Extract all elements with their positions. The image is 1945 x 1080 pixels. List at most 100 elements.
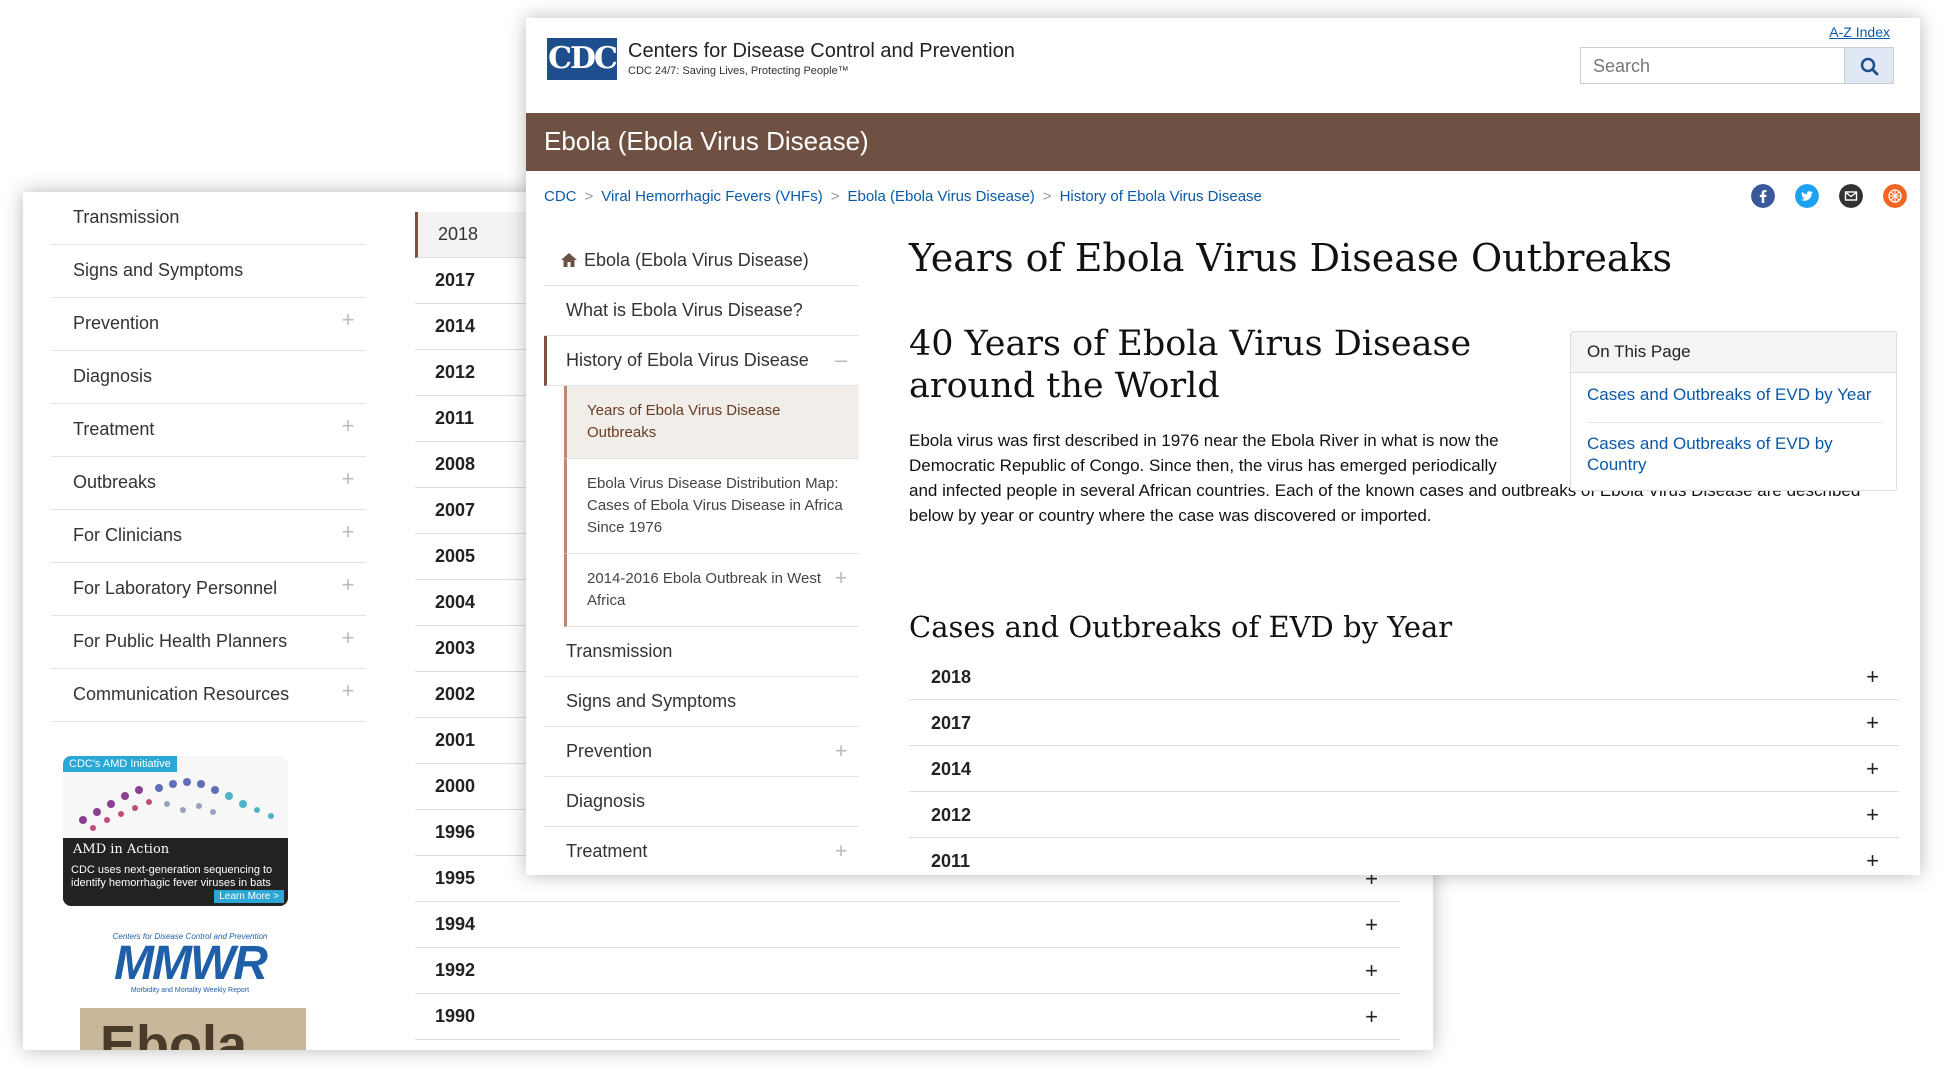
expand-plus-icon: + <box>1365 912 1378 937</box>
back-nav-label: For Laboratory Personnel <box>73 578 278 598</box>
year-label: 2018 <box>438 224 479 244</box>
expand-plus-icon[interactable]: + <box>338 521 358 543</box>
back-nav-label: For Public Health Planners <box>73 631 288 651</box>
topic-title[interactable]: Ebola (Ebola Virus Disease) <box>544 126 869 157</box>
on-this-page-link[interactable]: Cases and Outbreaks of EVD by Country <box>1587 433 1882 475</box>
breadcrumb: CDC > Viral Hemorrhagic Fevers (VHFs) > Ebol… <box>544 188 1262 205</box>
mmwr-logo[interactable]: Centers for Disease Control and Preventi… <box>105 932 275 994</box>
promo-title: AMD in Action <box>73 842 170 857</box>
search-icon <box>1860 57 1879 76</box>
back-nav-item[interactable]: Prevention + <box>51 298 366 351</box>
syndicate-icon[interactable] <box>1883 184 1907 208</box>
year-label: 2014 <box>931 759 972 779</box>
back-nav-item[interactable]: Outbreaks + <box>51 457 366 510</box>
nav-item-transmission[interactable]: Transmission <box>544 627 859 677</box>
back-nav-item[interactable]: Transmission <box>51 192 366 245</box>
on-this-page-title: On This Page <box>1587 342 1691 361</box>
divider <box>1587 422 1882 423</box>
year-label: 1995 <box>435 868 476 888</box>
year-accordion-row[interactable]: 2012 + <box>909 792 1899 838</box>
back-nav-item[interactable]: Diagnosis <box>51 351 366 404</box>
dna-graphic <box>79 778 274 831</box>
nav-label: History of Ebola Virus Disease <box>566 350 809 370</box>
nav-item-home[interactable]: Ebola (Ebola Virus Disease) <box>544 236 859 286</box>
expand-plus-icon[interactable]: + <box>338 680 358 702</box>
year-accordion-row[interactable]: 2018 + <box>909 654 1899 700</box>
page-title: Years of Ebola Virus Disease Outbreaks <box>909 236 1673 280</box>
nav-item-treatment[interactable]: Treatment + <box>544 827 859 875</box>
back-nav-item[interactable]: Signs and Symptoms <box>51 245 366 298</box>
expand-plus-icon[interactable]: + <box>338 415 358 437</box>
breadcrumb-link[interactable]: CDC <box>544 188 577 205</box>
year-accordion-row[interactable]: 1994 + <box>415 902 1400 948</box>
breadcrumb-separator: > <box>830 188 840 205</box>
expand-plus-icon[interactable]: + <box>831 840 851 862</box>
email-icon[interactable] <box>1839 184 1863 208</box>
ebola-banner[interactable]: Ebola <box>80 1008 306 1050</box>
year-label: 2003 <box>435 638 476 658</box>
expand-plus-icon[interactable]: + <box>831 740 851 762</box>
nav-subitem-west-africa[interactable]: 2014-2016 Ebola Outbreak in West Africa … <box>564 554 859 627</box>
cdc-logo[interactable]: CDC <box>547 38 618 80</box>
year-label: 2017 <box>435 270 476 290</box>
facebook-icon[interactable] <box>1751 184 1775 208</box>
breadcrumb-link[interactable]: Ebola (Ebola Virus Disease) <box>847 188 1034 205</box>
promo-tag: CDC's AMD Initiative <box>63 756 177 772</box>
nav-label: Transmission <box>566 641 673 661</box>
back-nav-item[interactable]: Treatment + <box>51 404 366 457</box>
year-accordion: 2018 + 2017 + 2014 + 2012 + 2011 + <box>909 654 1899 875</box>
org-name[interactable]: Centers for Disease Control and Preventi… <box>628 40 1015 63</box>
collapse-minus-icon[interactable]: – <box>831 349 851 371</box>
expand-plus-icon: + <box>1866 802 1879 827</box>
az-index-link[interactable]: A-Z Index <box>1829 24 1890 40</box>
year-accordion-row[interactable]: 1990 + <box>415 994 1400 1040</box>
search-input[interactable]: Search <box>1580 47 1844 84</box>
on-this-page-header: On This Page <box>1571 332 1896 373</box>
back-nav-item[interactable]: Communication Resources + <box>51 669 366 722</box>
breadcrumb-link[interactable]: Viral Hemorrhagic Fevers (VHFs) <box>601 188 822 205</box>
home-icon <box>561 253 577 267</box>
nav-item-prevention[interactable]: Prevention + <box>544 727 859 777</box>
year-accordion-row[interactable]: 1992 + <box>415 948 1400 994</box>
expand-plus-icon[interactable]: + <box>338 627 358 649</box>
topic-title-band: Ebola (Ebola Virus Disease) <box>526 113 1920 171</box>
twitter-icon[interactable] <box>1795 184 1819 208</box>
on-this-page-link[interactable]: Cases and Outbreaks of EVD by Year <box>1587 385 1871 405</box>
learn-more-link[interactable]: Learn More > <box>214 890 284 903</box>
promo-caption: AMD in Action CDC uses next-generation s… <box>63 838 288 906</box>
year-label: 2017 <box>931 713 972 733</box>
nav-subitem-years[interactable]: Years of Ebola Virus Disease Outbreaks <box>564 386 859 459</box>
expand-plus-icon[interactable]: + <box>338 309 358 331</box>
year-accordion-row[interactable]: 2014 + <box>909 746 1899 792</box>
breadcrumb-link[interactable]: History of Ebola Virus Disease <box>1060 188 1262 205</box>
year-label: 2005 <box>435 546 476 566</box>
amd-promo-card[interactable]: CDC's AMD Initiative AMD in Action CDC u… <box>63 756 288 906</box>
back-nav-label: Outbreaks <box>73 472 157 492</box>
subsection-heading: Cases and Outbreaks of EVD by Year <box>909 610 1453 644</box>
year-label: 2011 <box>931 851 971 871</box>
nav-label: Prevention <box>566 741 653 761</box>
back-nav-label: Prevention <box>73 313 160 333</box>
nav-item-diagnosis[interactable]: Diagnosis <box>544 777 859 827</box>
search-button[interactable] <box>1844 47 1894 84</box>
back-nav-item[interactable]: For Public Health Planners + <box>51 616 366 669</box>
nav-label: Treatment <box>566 841 648 861</box>
back-nav-label: For Clinicians <box>73 525 183 545</box>
year-label: 2012 <box>931 805 972 825</box>
back-nav-item[interactable]: For Laboratory Personnel + <box>51 563 366 616</box>
expand-plus-icon[interactable]: + <box>831 567 851 589</box>
expand-plus-icon[interactable]: + <box>338 574 358 596</box>
back-nav-label: Transmission <box>73 207 180 227</box>
back-nav-label: Signs and Symptoms <box>73 260 244 280</box>
year-accordion-row[interactable]: 2017 + <box>909 700 1899 746</box>
nav-item-history[interactable]: History of Ebola Virus Disease – <box>544 336 859 386</box>
year-accordion-row[interactable]: 2011 + <box>909 838 1899 875</box>
expand-plus-icon[interactable]: + <box>338 468 358 490</box>
nav-item-signs[interactable]: Signs and Symptoms <box>544 677 859 727</box>
back-nav-item[interactable]: For Clinicians + <box>51 510 366 563</box>
nav-label: Signs and Symptoms <box>566 691 737 711</box>
nav-item-what-is[interactable]: What is Ebola Virus Disease? <box>544 286 859 336</box>
year-label: 2001 <box>435 730 476 750</box>
year-label: 1992 <box>435 960 476 980</box>
nav-subitem-map[interactable]: Ebola Virus Disease Distribution Map: Ca… <box>564 459 859 554</box>
